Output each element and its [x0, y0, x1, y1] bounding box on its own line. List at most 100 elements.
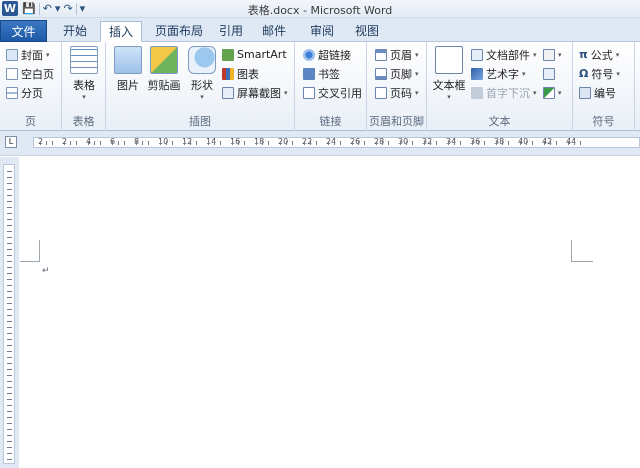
- symbol-button[interactable]: Ω 符号 ▾: [579, 65, 620, 82]
- ruler-tick: [160, 141, 161, 145]
- vertical-ruler-tick: [7, 279, 12, 280]
- save-icon[interactable]: 💾: [22, 1, 36, 17]
- quick-parts-button[interactable]: 文档部件 ▾: [471, 46, 537, 63]
- wordart-label: 艺术字: [486, 67, 519, 81]
- ruler-tick: [448, 141, 449, 145]
- vertical-ruler-tick: [7, 387, 12, 388]
- ruler-tick: [436, 141, 437, 145]
- group-text: 文本框 ▾ 文档部件 ▾ 艺术字 ▾ 首字下沉 ▾ ▾ ▾ 文本: [427, 42, 573, 131]
- chevron-down-icon: ▾: [615, 50, 620, 59]
- date-time-icon: [543, 67, 555, 80]
- ruler-tick: [292, 141, 293, 145]
- tab-review[interactable]: 审阅: [303, 21, 341, 42]
- ruler-tick: [334, 141, 335, 145]
- bookmark-label: 书签: [318, 67, 340, 81]
- tab-selector-button[interactable]: L: [5, 136, 17, 148]
- tab-file[interactable]: 文件: [0, 20, 47, 42]
- ruler-tick: [112, 141, 113, 145]
- ruler-tick: [406, 141, 407, 145]
- page-number-button[interactable]: 页码 ▾: [375, 84, 419, 101]
- number-button[interactable]: 编号: [579, 84, 616, 101]
- date-time-button[interactable]: [543, 65, 555, 82]
- word-app-icon[interactable]: W: [2, 1, 18, 16]
- wordart-icon: [471, 67, 483, 80]
- ruler-tick: [70, 141, 71, 145]
- ruler-tick: [196, 141, 197, 145]
- ruler-scale[interactable]: 2246810121416182022242628303234363840424…: [33, 137, 640, 148]
- tab-mailings[interactable]: 邮件: [255, 21, 293, 42]
- chart-button[interactable]: 图表: [222, 65, 259, 82]
- ruler-tick: [136, 141, 137, 145]
- page-number-label: 页码: [390, 86, 412, 100]
- footer-icon: [375, 67, 387, 80]
- tab-home[interactable]: 开始: [53, 21, 97, 42]
- blank-page-button[interactable]: 空白页: [6, 65, 54, 82]
- vertical-ruler-tick: [7, 219, 12, 220]
- screenshot-button[interactable]: 屏幕截图 ▾: [222, 84, 288, 101]
- page-break-button[interactable]: 分页: [6, 84, 43, 101]
- vertical-ruler-tick: [7, 363, 12, 364]
- header-button[interactable]: 页眉 ▾: [375, 46, 419, 63]
- cover-page-icon: [6, 48, 18, 61]
- vertical-ruler-tick: [7, 345, 12, 346]
- qat-divider: [75, 3, 77, 15]
- undo-dropdown-icon[interactable]: ▾: [55, 1, 61, 17]
- vertical-ruler-tick: [7, 381, 12, 382]
- vertical-ruler-tick: [7, 273, 12, 274]
- vertical-ruler-tick: [7, 453, 12, 454]
- object-button[interactable]: ▾: [543, 84, 562, 101]
- ruler-tick: [124, 141, 125, 145]
- screenshot-label: 屏幕截图: [237, 86, 281, 100]
- tab-insert[interactable]: 插入: [100, 21, 142, 42]
- vertical-ruler[interactable]: [3, 164, 15, 464]
- footer-label: 页脚: [390, 67, 412, 81]
- table-button[interactable]: 表格 ▾: [68, 46, 100, 101]
- ruler-tick: [460, 141, 461, 145]
- undo-icon[interactable]: ↶: [43, 1, 52, 17]
- textbox-button[interactable]: 文本框 ▾: [431, 46, 467, 101]
- ruler-tick: [268, 141, 269, 145]
- smartart-button[interactable]: SmartArt: [222, 46, 287, 63]
- ruler-tick: [118, 141, 119, 145]
- vertical-ruler-tick: [7, 405, 12, 406]
- group-pages: 封面 ▾ 空白页 分页 页: [0, 42, 62, 131]
- hyperlink-button[interactable]: 超链接: [303, 46, 351, 63]
- bookmark-button[interactable]: 书签: [303, 65, 340, 82]
- clipart-button[interactable]: 剪贴画: [146, 46, 182, 93]
- vertical-ruler-tick: [7, 399, 12, 400]
- ruler-tick: [232, 141, 233, 145]
- cross-reference-button[interactable]: 交叉引用: [303, 84, 362, 101]
- vertical-ruler-tick: [7, 195, 12, 196]
- ruler-tick: [244, 141, 245, 145]
- group-symbols: π 公式 ▾ Ω 符号 ▾ 编号 符号: [573, 42, 635, 131]
- ruler-tick: [430, 141, 431, 145]
- cover-page-button[interactable]: 封面 ▾: [6, 46, 50, 63]
- chevron-down-icon: ▾: [522, 69, 526, 78]
- wordart-button[interactable]: 艺术字 ▾: [471, 65, 526, 82]
- vertical-ruler-tick: [7, 423, 12, 424]
- ruler-tick: [238, 141, 239, 145]
- cross-reference-label: 交叉引用: [318, 86, 362, 100]
- signature-line-button[interactable]: ▾: [543, 46, 562, 63]
- vertical-ruler-tick: [7, 357, 12, 358]
- chevron-down-icon: ▾: [46, 50, 50, 59]
- tab-view[interactable]: 视图: [352, 21, 382, 42]
- redo-icon[interactable]: ↷: [63, 1, 72, 17]
- ruler-tick: [166, 141, 167, 145]
- equation-button[interactable]: π 公式 ▾: [579, 46, 619, 63]
- document-page[interactable]: [20, 157, 640, 468]
- tab-references[interactable]: 引用: [213, 21, 249, 42]
- quick-access-toolbar: 💾 ↶ ▾ ↷ ▾: [22, 1, 85, 17]
- picture-icon: [114, 46, 142, 74]
- shapes-button[interactable]: 形状 ▾: [188, 46, 216, 101]
- ruler-tick: [412, 141, 413, 145]
- cross-reference-icon: [303, 86, 315, 99]
- footer-button[interactable]: 页脚 ▾: [375, 65, 419, 82]
- vertical-ruler-tick: [7, 255, 12, 256]
- vertical-ruler-tick: [7, 417, 12, 418]
- tab-page-layout[interactable]: 页面布局: [149, 21, 209, 42]
- customize-qat-icon[interactable]: ▾: [80, 1, 86, 17]
- picture-button[interactable]: 图片: [114, 46, 142, 93]
- drop-cap-button[interactable]: 首字下沉 ▾: [471, 84, 537, 101]
- ruler-tick: [532, 141, 533, 145]
